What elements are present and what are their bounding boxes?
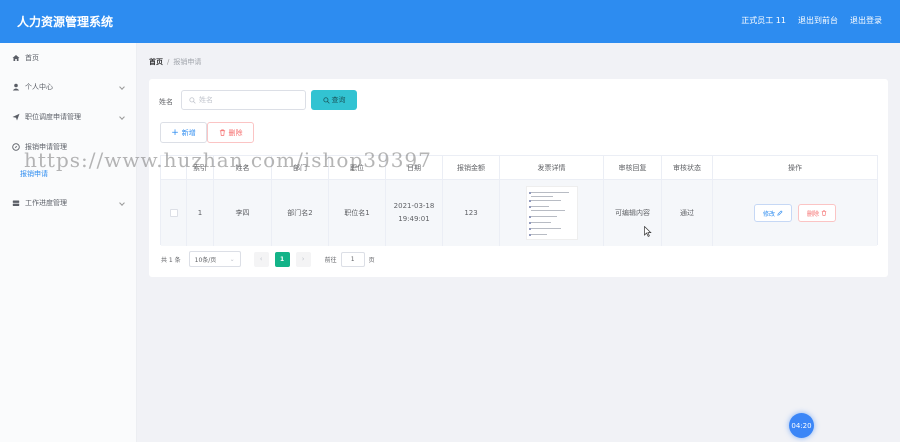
cell-index: 1 xyxy=(187,180,214,246)
sidebar-item-label: 职位调度申请管理 xyxy=(25,113,81,121)
sidebar-item-position-transfer[interactable]: 职位调度申请管理 xyxy=(0,107,137,127)
cell-name: 李四 xyxy=(214,180,272,246)
header-review-reply: 审核回复 xyxy=(604,156,662,179)
search-input[interactable]: 姓名 xyxy=(181,90,306,110)
chevron-down-icon: ⌄ xyxy=(229,255,235,263)
page-size-value: 10条/页 xyxy=(194,256,217,264)
table-header: 索引 姓名 部门 职位 日期 报销金额 发票详情 审核回复 审核状态 操作 xyxy=(161,156,877,180)
sidebar-item-personal-center[interactable]: 个人中心 xyxy=(0,77,137,97)
table-row: 1 李四 部门名2 职位名1 2021-03-18 19:49:01 123 可… xyxy=(161,180,877,246)
breadcrumb-home[interactable]: 首页 xyxy=(149,57,163,67)
send-icon xyxy=(12,113,20,121)
next-page-button[interactable]: › xyxy=(295,251,311,267)
row-checkbox[interactable] xyxy=(169,209,178,217)
cell-date-day: 2021-03-18 xyxy=(393,202,435,210)
cell-department: 部门名2 xyxy=(272,180,329,246)
edit-icon xyxy=(777,210,783,216)
header-department: 部门 xyxy=(272,156,329,179)
sidebar-item-home[interactable]: 首页 xyxy=(0,48,137,68)
page-number-current[interactable]: 1 xyxy=(274,251,290,267)
cell-amount: 123 xyxy=(443,180,500,246)
search-name-label: 姓名 xyxy=(159,98,173,106)
back-to-frontend-link[interactable]: 退出到前台 xyxy=(798,15,838,26)
page-size-select[interactable]: 10条/页 ⌄ xyxy=(188,251,241,267)
header-amount: 报销金额 xyxy=(443,156,500,179)
pagination-total: 共 1 条 xyxy=(161,256,181,264)
batch-delete-button[interactable]: 删除 xyxy=(207,122,254,143)
trash-icon xyxy=(219,129,225,136)
sidebar: 首页 个人中心 职位调度申请管理 报销申请管理 报销申请 工作进度管理 xyxy=(0,43,137,442)
sidebar-item-label: 工作进度管理 xyxy=(25,199,67,207)
header-invoice: 发票详情 xyxy=(500,156,604,179)
header-name: 姓名 xyxy=(214,156,272,179)
edit-button[interactable]: 修改 xyxy=(754,204,792,222)
chevron-down-icon xyxy=(119,200,125,206)
invoice-thumbnail[interactable] xyxy=(525,186,578,240)
chevron-down-icon xyxy=(119,114,125,120)
row-delete-label: 删除 xyxy=(806,210,819,218)
cell-review-reply: 可编辑内容 xyxy=(604,180,662,246)
header-select-column xyxy=(161,156,187,179)
add-button-label: 新增 xyxy=(181,128,196,137)
query-button-label: 查询 xyxy=(331,96,346,104)
search-icon xyxy=(189,96,196,104)
cell-invoice xyxy=(500,180,604,246)
logout-link[interactable]: 退出登录 xyxy=(850,15,882,26)
header-actions: 操作 xyxy=(788,163,802,172)
breadcrumb: 首页 / 报销申请 xyxy=(149,57,201,67)
sidebar-item-work-progress[interactable]: 工作进度管理 xyxy=(0,193,137,213)
query-button[interactable]: 查询 xyxy=(311,90,357,110)
reimbursement-table: 索引 姓名 部门 职位 日期 报销金额 发票详情 审核回复 审核状态 操作 1 … xyxy=(160,155,878,246)
breadcrumb-separator: / xyxy=(167,58,170,66)
cell-review-status: 通过 xyxy=(662,180,713,246)
row-select-cell xyxy=(161,180,187,246)
edit-button-label: 修改 xyxy=(762,210,775,218)
app-title: 人力资源管理系统 xyxy=(17,15,114,29)
row-delete-button[interactable]: 删除 xyxy=(798,204,836,222)
header-position: 职位 xyxy=(329,156,386,179)
header-links: 正式员工 11 退出到前台 退出登录 xyxy=(741,15,882,26)
header-index: 索引 xyxy=(187,156,214,179)
cell-date: 2021-03-18 19:49:01 xyxy=(386,180,443,246)
header-review-status: 审核状态 xyxy=(662,156,713,179)
mouse-cursor-icon xyxy=(644,222,652,241)
prev-page-button[interactable]: ‹ xyxy=(253,251,269,267)
home-icon xyxy=(12,54,20,62)
main-content: 首页 / 报销申请 姓名 姓名 查询 + 新增 删除 索引 姓名 部门 职位 日… xyxy=(137,43,900,442)
search-icon xyxy=(322,96,330,104)
sidebar-item-label: 个人中心 xyxy=(25,83,53,91)
goto-unit: 页 xyxy=(368,256,375,264)
sidebar-subitem-reimbursement-apply[interactable]: 报销申请 xyxy=(20,169,48,179)
goto-page-input[interactable]: 1 xyxy=(340,251,365,267)
add-button[interactable]: + 新增 xyxy=(160,122,207,143)
floating-timer-badge[interactable]: 04:20 xyxy=(789,413,814,438)
delete-button-label: 删除 xyxy=(228,128,243,137)
cell-date-time: 19:49:01 xyxy=(398,215,430,223)
sidebar-item-label: 报销申请管理 xyxy=(25,143,67,151)
search-placeholder: 姓名 xyxy=(199,96,213,104)
breadcrumb-current: 报销申请 xyxy=(173,58,202,66)
cell-actions: 修改 删除 xyxy=(713,180,877,246)
chevron-down-icon xyxy=(119,84,125,90)
goto-label: 前往 xyxy=(324,256,337,264)
pagination-goto: 前往 1 页 xyxy=(324,251,375,267)
user-role-label: 正式员工 11 xyxy=(741,16,786,25)
compass-icon xyxy=(12,143,20,151)
sidebar-item-reimbursement[interactable]: 报销申请管理 xyxy=(0,137,137,157)
content-card: 姓名 姓名 查询 + 新增 删除 索引 姓名 部门 职位 日期 报销金额 发票详… xyxy=(149,79,888,277)
pagination: 共 1 条 10条/页 ⌄ ‹ 1 › 前往 1 页 xyxy=(161,251,375,267)
top-header: 人力资源管理系统 正式员工 11 退出到前台 退出登录 xyxy=(0,0,900,43)
sidebar-item-label: 首页 xyxy=(25,54,39,62)
trash-icon xyxy=(821,210,827,216)
header-date: 日期 xyxy=(386,156,443,179)
drive-icon xyxy=(12,199,20,207)
user-icon xyxy=(12,83,20,91)
cell-position: 职位名1 xyxy=(329,180,386,246)
plus-icon: + xyxy=(171,127,179,138)
